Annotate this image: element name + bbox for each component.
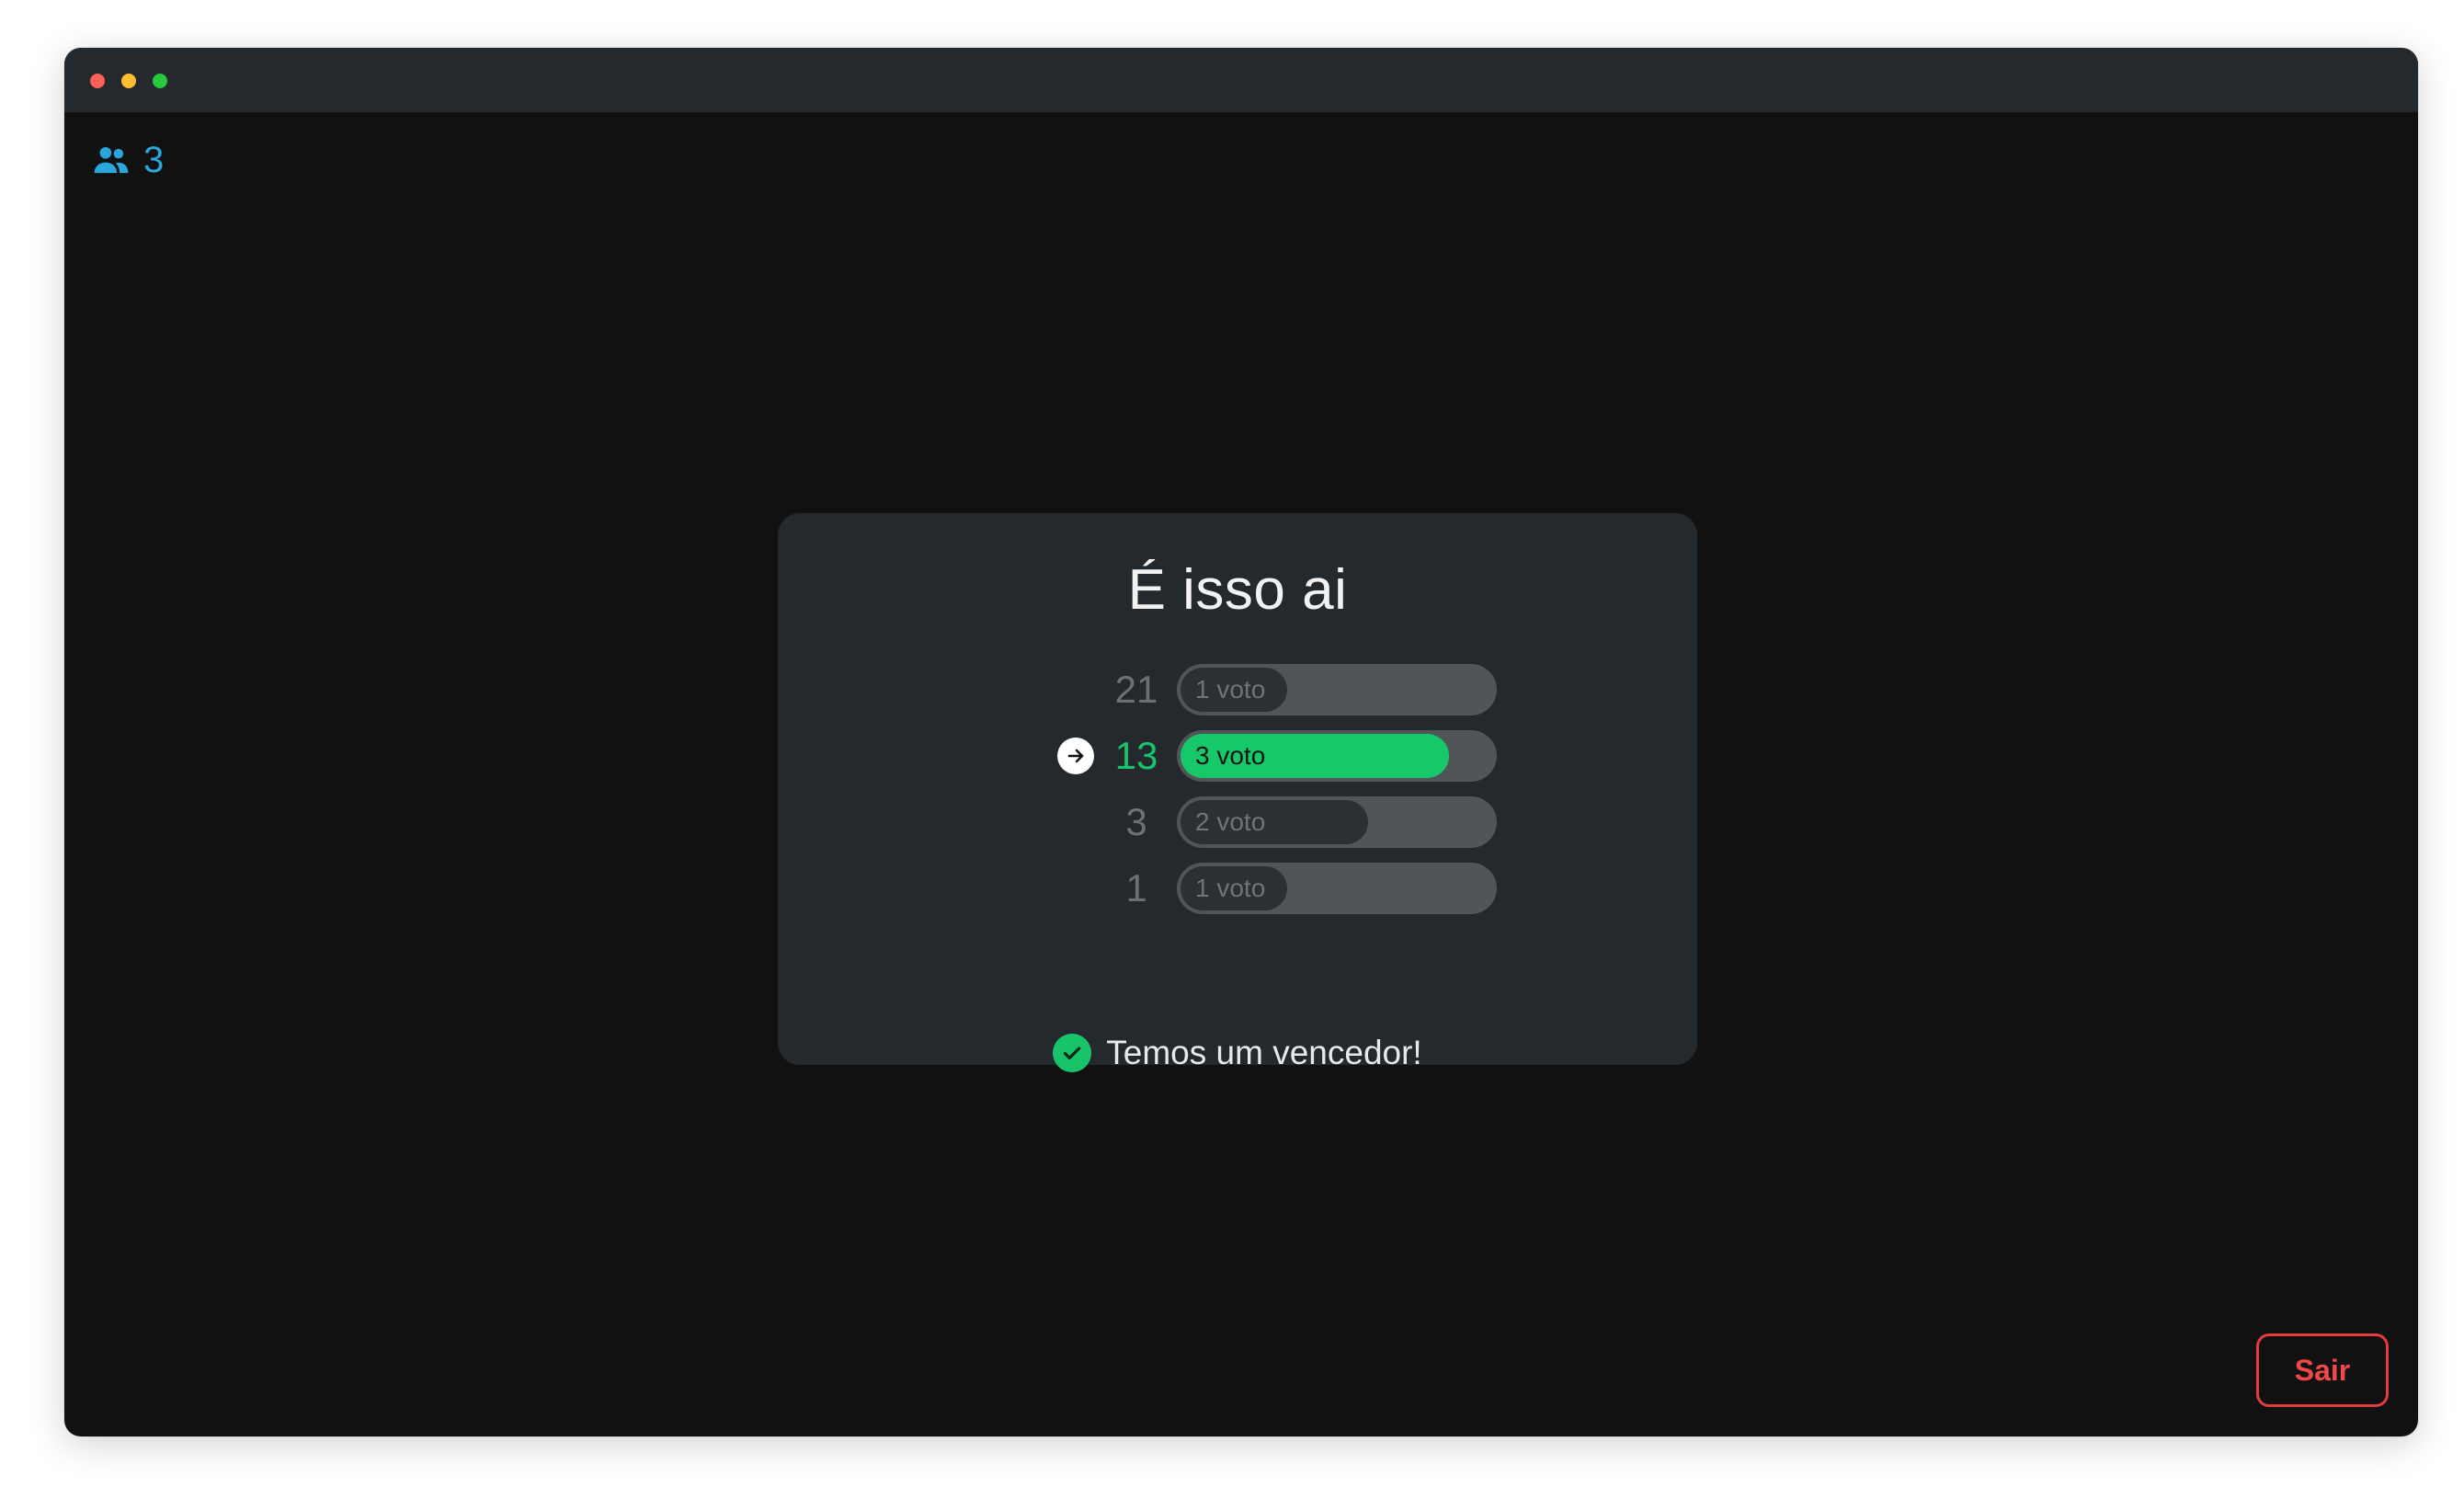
- vote-row: 3 2 voto: [778, 796, 1697, 848]
- winner-status: Temos um vencedor!: [778, 1034, 1697, 1072]
- vote-row: 21 1 voto: [778, 664, 1697, 715]
- vote-count-label: 3 voto: [1195, 741, 1266, 770]
- check-circle-icon: [1053, 1034, 1092, 1072]
- close-window-button[interactable]: [90, 74, 105, 88]
- vote-value: 1: [1125, 866, 1147, 910]
- participants-count: 3: [143, 140, 165, 180]
- vote-bar: 3 voto: [1177, 730, 1497, 782]
- app-window: 3 É isso ai 21 1 voto 13 3 voto 3 2 voto…: [64, 48, 2418, 1436]
- minimize-window-button[interactable]: [121, 74, 136, 88]
- maximize-window-button[interactable]: [153, 74, 167, 88]
- vote-row-winner: 13 3 voto: [778, 730, 1697, 782]
- vote-count-label: 1 voto: [1195, 874, 1266, 902]
- vote-bar: 1 voto: [1177, 863, 1497, 914]
- window-titlebar: [64, 48, 2418, 112]
- vote-value: 21: [1114, 668, 1158, 711]
- arrow-right-icon: [1057, 738, 1094, 774]
- participants-indicator: 3: [92, 140, 164, 181]
- users-icon: [94, 146, 129, 173]
- vote-bar: 1 voto: [1177, 664, 1497, 715]
- exit-button[interactable]: Sair: [2256, 1333, 2389, 1407]
- winner-status-text: Temos um vencedor!: [1106, 1034, 1422, 1071]
- vote-value: 3: [1125, 800, 1147, 843]
- result-title: É isso ai: [1127, 558, 1348, 622]
- vote-count-label: 2 voto: [1195, 807, 1266, 836]
- vote-row: 1 1 voto: [778, 863, 1697, 914]
- result-card: É isso ai 21 1 voto 13 3 voto 3 2 voto 1…: [778, 513, 1697, 1072]
- vote-count-label: 1 voto: [1195, 675, 1266, 704]
- vote-value: 13: [1114, 734, 1158, 777]
- vote-bar: 2 voto: [1177, 796, 1497, 848]
